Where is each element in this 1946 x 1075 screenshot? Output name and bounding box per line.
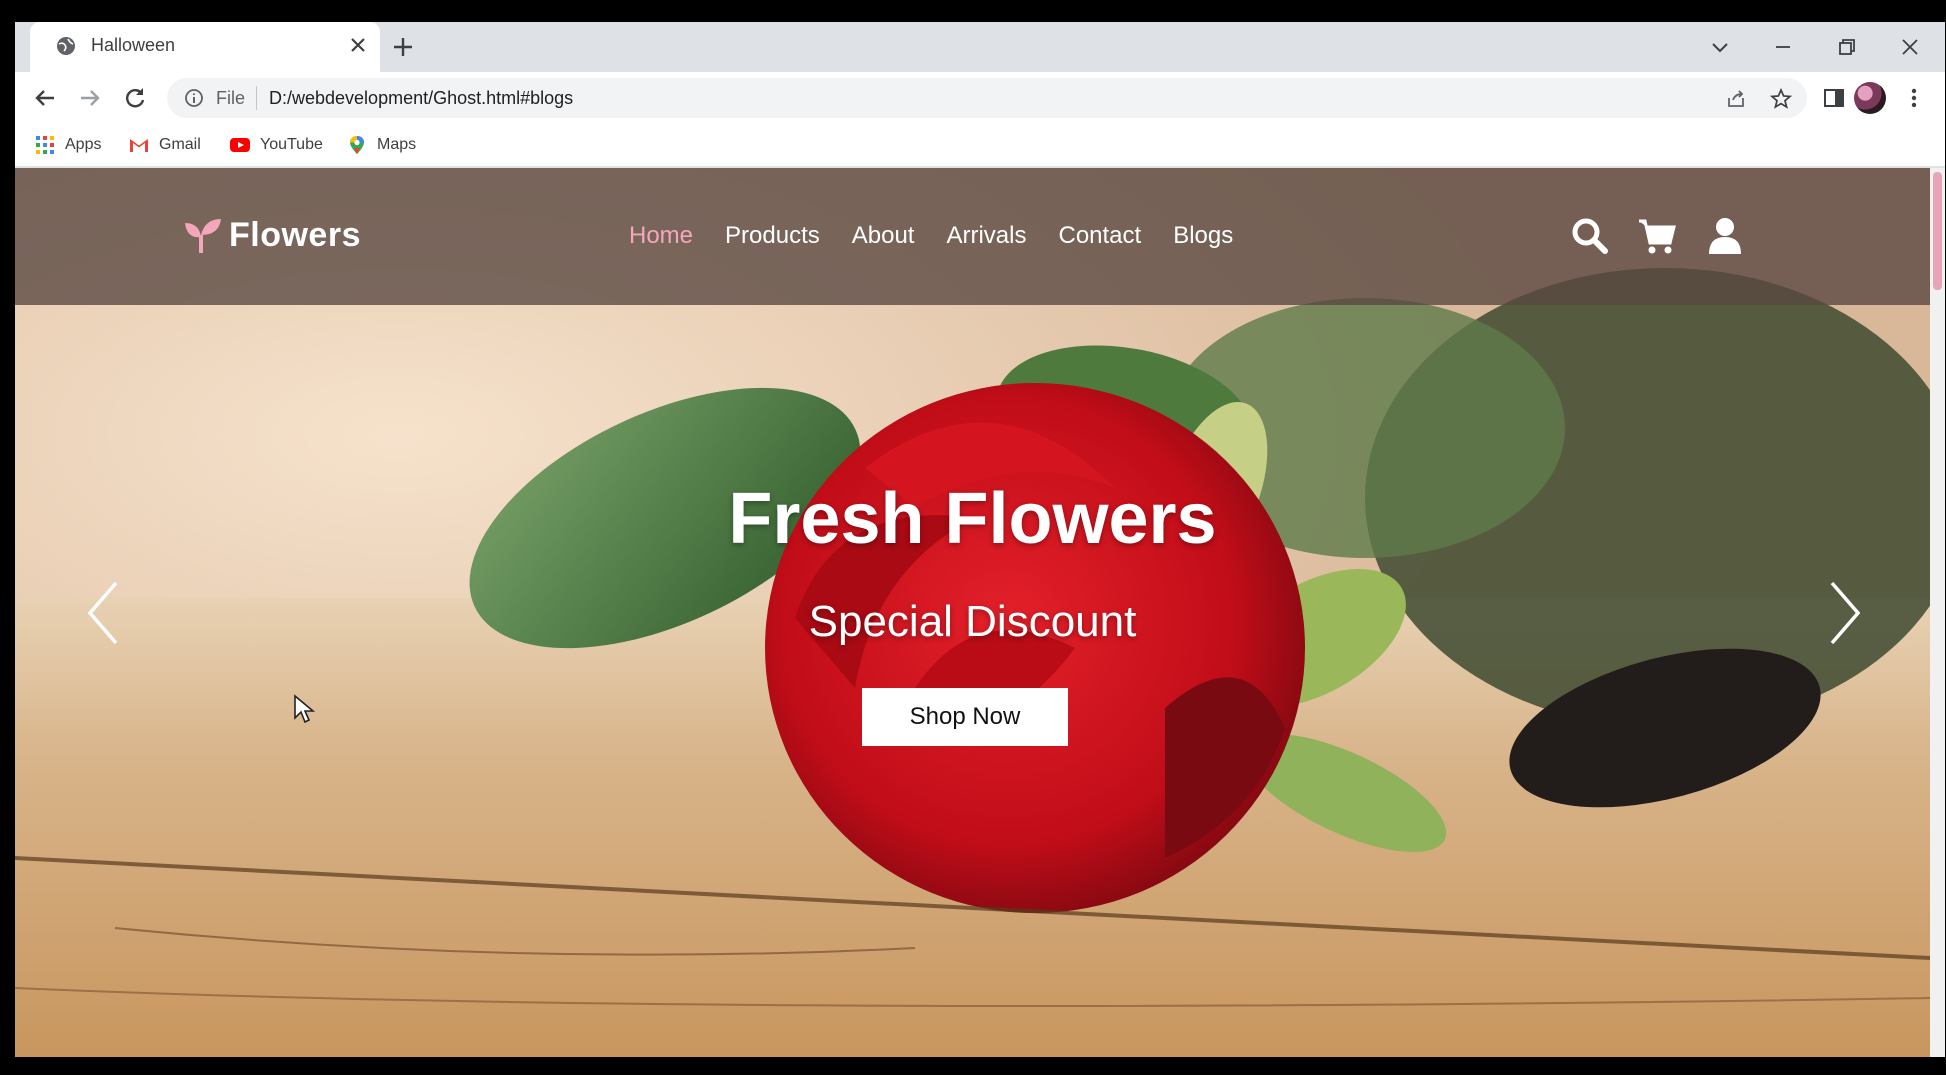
bookmark-youtube[interactable]: YouTube [229,133,323,157]
new-tab-icon[interactable] [388,32,418,62]
close-tab-icon[interactable] [346,33,370,57]
menu-dots-icon[interactable] [1900,84,1928,112]
shop-now-button[interactable]: Shop Now [862,688,1068,746]
back-arrow-icon[interactable] [30,83,60,113]
bookmark-star-icon[interactable] [1770,88,1792,110]
close-window-icon[interactable] [1893,30,1927,64]
page-viewport: Flowers Home Products About Arrivals Con… [15,168,1930,1057]
nav-home[interactable]: Home [629,222,693,250]
page-scrollbar[interactable] [1930,168,1945,1057]
browser-window: Halloween File D:/webdevelopment/Ghost.h… [15,22,1945,1057]
address-bar[interactable]: File D:/webdevelopment/Ghost.html#blogs [167,78,1807,118]
hero-subtitle: Special Discount [808,597,1137,646]
bookmark-label: Gmail [159,136,201,153]
carousel-next-icon[interactable] [1820,573,1870,653]
tab-title: Halloween [91,35,176,55]
address-separator [256,86,257,110]
site-logo[interactable]: Flowers [183,216,361,255]
youtube-icon [230,138,250,152]
gmail-icon [130,139,148,152]
profile-avatar[interactable] [1854,82,1886,114]
nav-blogs[interactable]: Blogs [1173,222,1233,250]
bookmark-gmail[interactable]: Gmail [128,133,201,157]
maps-icon [350,136,364,154]
main-nav: Home Products About Arrivals Contact Blo… [629,222,1265,250]
mouse-cursor-icon [294,694,315,724]
tab-search-chevron-icon[interactable] [1703,30,1737,64]
browser-tab[interactable]: Halloween [30,22,380,72]
cart-icon[interactable] [1637,216,1677,256]
nav-products[interactable]: Products [725,222,820,250]
bookmark-apps[interactable]: Apps [34,133,101,157]
globe-icon [57,37,75,55]
reload-icon[interactable] [120,83,150,113]
user-icon[interactable] [1705,216,1745,256]
carousel-prev-icon[interactable] [78,573,128,653]
site-header: Flowers Home Products About Arrivals Con… [15,168,1930,305]
nav-arrivals[interactable]: Arrivals [946,222,1026,250]
share-icon[interactable] [1725,88,1747,110]
scrollbar-thumb[interactable] [1933,172,1942,290]
logo-text: Flowers [229,216,361,254]
restore-icon[interactable] [1830,30,1864,64]
forward-arrow-icon[interactable] [75,83,105,113]
hero-title: Fresh Flowers [728,479,1217,559]
sprout-logo-icon [185,218,221,253]
apps-grid-icon [36,136,54,154]
nav-contact[interactable]: Contact [1058,222,1141,250]
search-icon[interactable] [1570,216,1610,256]
url-scheme-label: File [216,88,246,108]
bookmark-label: Apps [65,136,102,153]
browser-toolbar: File D:/webdevelopment/Ghost.html#blogs [15,72,1945,124]
tab-strip: Halloween [15,22,1945,72]
url-text[interactable]: D:/webdevelopment/Ghost.html#blogs [269,88,573,109]
bookmark-maps[interactable]: Maps [346,133,416,157]
side-panel-icon[interactable] [1820,84,1848,112]
bookmarks-bar: Apps Gmail YouTube Maps [15,124,1945,166]
info-icon[interactable] [184,88,204,108]
nav-about[interactable]: About [852,222,915,250]
bookmark-label: YouTube [260,136,323,153]
minimize-icon[interactable] [1766,30,1800,64]
bookmark-label: Maps [377,136,417,153]
